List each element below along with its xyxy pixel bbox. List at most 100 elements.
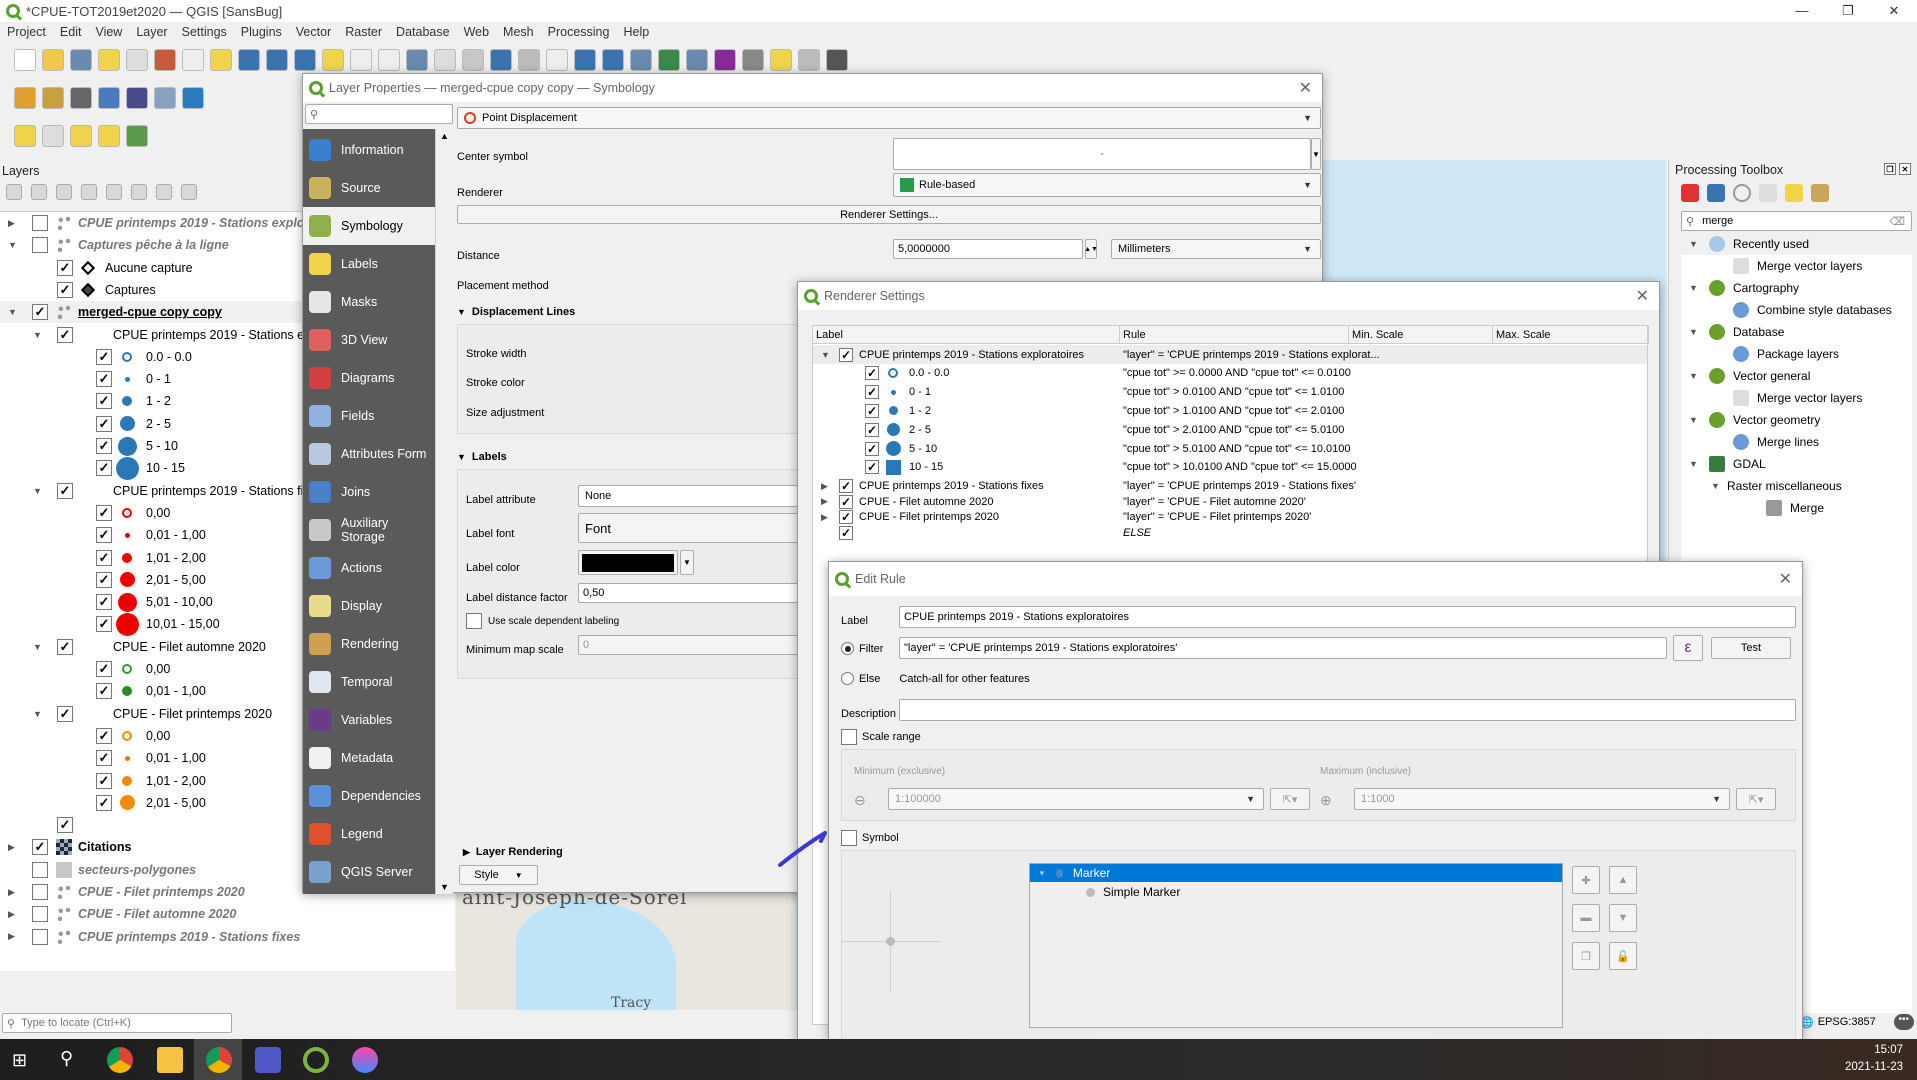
- layer-visibility-checkbox[interactable]: ✓: [96, 415, 112, 432]
- new-virtual-layer-icon[interactable]: [126, 87, 148, 109]
- layer-visibility-checkbox[interactable]: ✓: [96, 794, 112, 811]
- rule-row[interactable]: ✓ 10 - 15 "cpue tot" > 10.0100 AND "cpue t…: [813, 458, 1647, 477]
- labels-section[interactable]: ▼ Labels: [457, 451, 507, 463]
- zoom-next-icon[interactable]: [434, 49, 456, 71]
- style-manager-icon[interactable]: [154, 49, 176, 71]
- style-button[interactable]: Style ▼: [459, 865, 538, 885]
- layer-visibility-checkbox[interactable]: ✓: [96, 661, 112, 677]
- new-geopackage-layer-icon[interactable]: [42, 87, 64, 109]
- menu-mesh[interactable]: Mesh: [496, 25, 541, 39]
- rule-checkbox[interactable]: ✓: [839, 494, 853, 509]
- menu-help[interactable]: Help: [616, 25, 656, 39]
- layer-visibility-checkbox[interactable]: ✓: [96, 549, 112, 566]
- maximize-button[interactable]: ❐: [1825, 0, 1871, 22]
- rule-checkbox[interactable]: ✓: [865, 403, 879, 418]
- paint-app-icon[interactable]: [352, 1047, 378, 1073]
- center-symbol-button[interactable]: ·: [893, 138, 1311, 170]
- sidebar-item-information[interactable]: Information: [303, 131, 435, 169]
- sidebar-item-joins[interactable]: Joins: [303, 473, 435, 511]
- zoom-full-icon[interactable]: [294, 49, 316, 71]
- rule-label-input[interactable]: CPUE printemps 2019 - Stations explorato…: [899, 606, 1796, 628]
- layer-visibility-checkbox[interactable]: ✓: [96, 438, 112, 454]
- sum-icon[interactable]: [714, 49, 736, 71]
- rule-row[interactable]: ✓ 2 - 5 "cpue tot" > 2.0100 AND "cpue tot"…: [813, 420, 1647, 439]
- renderer-type-combo[interactable]: Point Displacement ▼: [457, 107, 1321, 129]
- menu-database[interactable]: Database: [389, 25, 457, 39]
- rule-checkbox[interactable]: ✓: [839, 525, 853, 540]
- move-down-button[interactable]: ▼: [1609, 904, 1637, 932]
- add-symbol-layer-button[interactable]: ✚: [1572, 866, 1600, 894]
- layer-visibility-checkbox[interactable]: ✓: [57, 817, 73, 834]
- description-input[interactable]: [899, 699, 1796, 721]
- close-dialog-button[interactable]: ✕: [1636, 286, 1649, 306]
- float-panel-button[interactable]: ❐: [1884, 163, 1896, 175]
- clock[interactable]: 15:07 2021-11-23: [1845, 1042, 1903, 1076]
- toolbox-item[interactable]: ▼ Database: [1681, 321, 1912, 343]
- expand-arrow-icon[interactable]: ▼: [33, 709, 43, 719]
- renderer-combo[interactable]: Rule-based ▼: [893, 173, 1321, 197]
- rule-checkbox[interactable]: ✓: [865, 385, 879, 400]
- sidebar-item-source[interactable]: Source: [303, 169, 435, 207]
- layout-manager-icon[interactable]: [126, 49, 148, 71]
- file-explorer-icon[interactable]: [157, 1047, 183, 1073]
- zoom-in-icon[interactable]: [238, 49, 260, 71]
- statistical-summary-icon[interactable]: [686, 49, 708, 71]
- clear-search-icon[interactable]: ⌫: [1889, 215, 1905, 228]
- expand-arrow-icon[interactable]: ▼: [821, 350, 831, 360]
- menu-plugins[interactable]: Plugins: [234, 25, 289, 39]
- layer-visibility-checkbox[interactable]: ✓: [32, 304, 48, 321]
- layer-visibility-checkbox[interactable]: ✓: [96, 348, 112, 365]
- expand-arrow-icon[interactable]: ▶: [821, 496, 831, 507]
- expand-arrow-icon[interactable]: ▶: [8, 931, 18, 942]
- layer-visibility-checkbox[interactable]: ✓: [57, 638, 73, 655]
- symbol-tree-simple-marker[interactable]: Simple Marker: [1086, 883, 1180, 901]
- sidebar-scrollbar[interactable]: ▲ ▼: [435, 129, 453, 894]
- expand-all-icon[interactable]: [131, 184, 147, 200]
- close-panel-button[interactable]: ✕: [1899, 163, 1911, 175]
- rule-row[interactable]: ✓ 1 - 2 "cpue tot" > 1.0100 AND "cpue tot"…: [813, 401, 1647, 420]
- remove-layer-icon[interactable]: [181, 184, 197, 200]
- scale-range-checkbox[interactable]: Scale range: [841, 729, 921, 745]
- minimize-button[interactable]: —: [1779, 0, 1825, 22]
- identify-icon[interactable]: [574, 49, 596, 71]
- toolbox-item[interactable]: Merge vector layers: [1681, 387, 1912, 409]
- layer-visibility-checkbox[interactable]: ✓: [57, 705, 73, 722]
- rule-row[interactable]: ✓ 0.0 - 0.0 "cpue tot" >= 0.0000 AND "cpue…: [813, 364, 1647, 383]
- toolbox-item[interactable]: ▼ Vector general: [1681, 365, 1912, 387]
- symbol-checkbox[interactable]: Symbol: [841, 830, 899, 846]
- lock-color-button[interactable]: 🔓: [1609, 942, 1637, 970]
- toolbox-item[interactable]: Package layers: [1681, 343, 1912, 365]
- layer-tree-item[interactable]: ▶ CPUE - Filet automne 2020: [0, 903, 455, 925]
- expand-arrow-icon[interactable]: ▼: [1689, 283, 1699, 293]
- sidebar-item-display[interactable]: Display: [303, 587, 435, 625]
- expand-arrow-icon[interactable]: ▼: [33, 642, 43, 652]
- center-symbol-dropdown[interactable]: ▼: [1311, 138, 1321, 170]
- toolbox-item[interactable]: Combine style databases: [1681, 299, 1912, 321]
- rule-row[interactable]: ✓ 0 - 1 "cpue tot" > 0.0100 AND "cpue tot"…: [813, 383, 1647, 402]
- layer-visibility-checkbox[interactable]: ✓: [57, 326, 73, 343]
- toolbox-item[interactable]: Merge: [1681, 497, 1912, 519]
- label-color-dropdown[interactable]: ▼: [680, 550, 694, 575]
- teams-icon[interactable]: [255, 1047, 281, 1073]
- rule-checkbox[interactable]: ✓: [839, 479, 853, 494]
- text-annotation-icon[interactable]: [826, 49, 848, 71]
- qgis-taskbar-icon[interactable]: [303, 1047, 329, 1073]
- edit-features-icon[interactable]: [1785, 184, 1803, 202]
- column-header-rule[interactable]: Rule: [1120, 326, 1349, 344]
- expand-arrow-icon[interactable]: ▼: [1689, 371, 1699, 381]
- close-dialog-button[interactable]: ✕: [1779, 569, 1792, 589]
- new-print-layout-icon[interactable]: [98, 49, 120, 71]
- filter-expression-icon[interactable]: [106, 184, 122, 200]
- properties-search-input[interactable]: ⚲: [305, 104, 453, 124]
- sidebar-item-labels[interactable]: Labels: [303, 245, 435, 283]
- expand-arrow-icon[interactable]: ▼: [33, 486, 43, 496]
- sidebar-item-attributes-form[interactable]: Attributes Form: [303, 435, 435, 473]
- layer-visibility-checkbox[interactable]: [32, 861, 48, 878]
- new-temporary-layer-icon[interactable]: [154, 87, 176, 109]
- toolbox-item[interactable]: ▼ GDAL: [1681, 453, 1912, 475]
- toolbox-item[interactable]: Merge vector layers: [1681, 255, 1912, 277]
- menu-processing[interactable]: Processing: [541, 25, 617, 39]
- rule-row[interactable]: ▼ ✓ CPUE printemps 2019 - Stations explora…: [813, 345, 1647, 364]
- add-group-icon[interactable]: [31, 184, 47, 200]
- results-icon[interactable]: [1759, 184, 1777, 202]
